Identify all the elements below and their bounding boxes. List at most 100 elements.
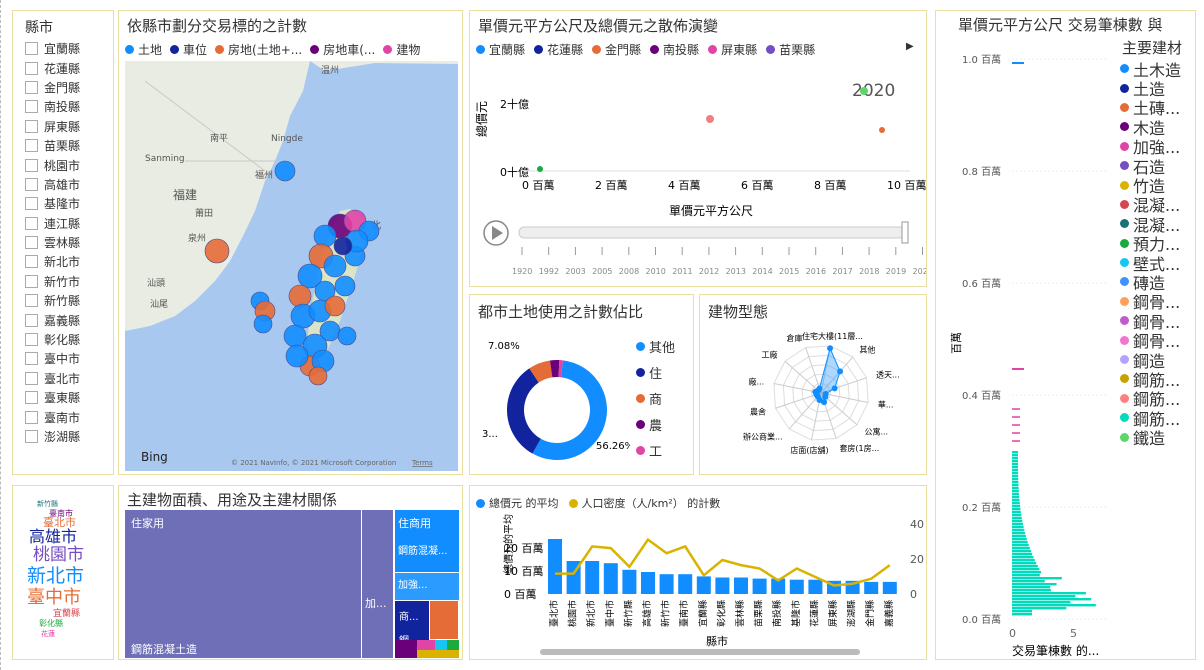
hist-bar[interactable] (1012, 610, 1032, 613)
hist-bar[interactable] (1012, 472, 1019, 475)
timeline-track[interactable] (518, 226, 908, 239)
combo-bar[interactable] (808, 579, 823, 594)
scatter-legend-item[interactable]: 屏東縣 (708, 41, 757, 58)
map-bubble[interactable] (324, 295, 346, 317)
hist-bar[interactable] (1012, 523, 1023, 526)
wordcloud[interactable]: 臺北市 高雄市 桃園市 新北市 臺中市 宜蘭縣 彰化縣 臺南市 新竹縣 花蓮 (13, 486, 113, 659)
combo-bar[interactable] (659, 574, 674, 594)
slicer-item[interactable]: 臺東縣 (25, 388, 80, 407)
slicer-item[interactable]: 苗栗縣 (25, 136, 80, 155)
treemap-block[interactable] (417, 640, 435, 650)
slicer-item[interactable]: 新北市 (25, 252, 80, 271)
map-bubble[interactable] (204, 238, 230, 264)
slicer-item[interactable]: 臺中市 (25, 349, 80, 368)
timeline-handle[interactable] (901, 221, 909, 244)
hist-bar[interactable] (1012, 538, 1027, 541)
checkbox[interactable] (25, 371, 38, 385)
scatter-point[interactable] (879, 127, 885, 133)
scatter-legend-item[interactable]: 金門縣 (592, 41, 641, 58)
checkbox[interactable] (25, 430, 38, 443)
hist-bar[interactable] (1012, 607, 1067, 610)
treemap-block-side[interactable] (361, 510, 393, 658)
checkbox[interactable] (25, 197, 38, 211)
hist-bar[interactable] (1012, 544, 1029, 547)
map-bubble[interactable] (334, 275, 356, 297)
hist-bar[interactable] (1012, 550, 1031, 553)
radar-chart[interactable]: 住宅大樓(11層... 其他透天... 華... 公寓... 套房(1房... 店面(店舖… (700, 321, 927, 475)
word[interactable]: 高雄市 (29, 527, 77, 546)
map-bubble[interactable] (285, 344, 309, 368)
checkbox[interactable] (25, 255, 38, 269)
scatter-legend-item[interactable]: 苗栗縣 (766, 41, 815, 58)
hist-bar[interactable] (1012, 454, 1019, 457)
word[interactable]: 桃園市 (33, 545, 84, 565)
hist-bar[interactable] (1012, 487, 1019, 490)
combo-bar[interactable] (715, 577, 730, 595)
map-canvas[interactable]: 温州 南平 Ningde Sanming 福州 福建 莆田 泉州 北 汕頭 汕尾… (125, 61, 458, 471)
donut-legend-item[interactable]: 工 (636, 437, 675, 463)
hist-bar[interactable] (1012, 499, 1020, 502)
map-bubble[interactable] (313, 224, 337, 248)
hist-legend-item[interactable]: 鐵造 (1120, 427, 1181, 448)
checkbox[interactable] (25, 216, 38, 230)
word[interactable]: 花蓮 (41, 629, 55, 638)
hist-bar[interactable] (1012, 496, 1020, 499)
scatter-canvas[interactable]: 總價元 2十億 0十億 0 百萬 2 百萬 4 百萬 6 百萬 8 百萬 10 百萬 20… (470, 61, 927, 286)
map-legend-item[interactable]: 房地車(... (310, 41, 375, 58)
radar-point[interactable] (816, 385, 823, 392)
hist-bar[interactable] (1012, 571, 1042, 574)
slicer-item[interactable]: 臺北市 (25, 369, 80, 388)
combo-chart[interactable]: 總價元的平均 20 百萬 10 百萬 0 百萬 40 20 0 臺北市 桃園市 新北… (470, 486, 927, 660)
donut-legend-item[interactable]: 其他 (636, 333, 675, 359)
checkbox[interactable] (25, 274, 38, 288)
radar-point[interactable] (831, 385, 838, 392)
radar-point[interactable] (837, 368, 844, 375)
treemap-block[interactable] (447, 640, 459, 650)
slicer-item[interactable]: 花蓮縣 (25, 58, 80, 77)
word[interactable]: 臺中市 (27, 587, 81, 608)
donut-chart[interactable]: 7.08% 56.26% 3... (470, 325, 630, 475)
checkbox[interactable] (25, 236, 38, 250)
slicer-item[interactable]: 宜蘭縣 (25, 39, 80, 58)
slicer-item[interactable]: 金門縣 (25, 78, 80, 97)
hist-bar[interactable] (1012, 520, 1023, 523)
slicer-item[interactable]: 桃園市 (25, 155, 80, 174)
hist-bar[interactable] (1012, 529, 1025, 532)
hist-bar[interactable] (1012, 508, 1021, 511)
hist-bar[interactable] (1012, 559, 1035, 562)
donut-slice[interactable] (507, 368, 541, 454)
checkbox[interactable] (25, 352, 38, 366)
hist-bar[interactable] (1012, 586, 1051, 589)
map-bubble[interactable] (337, 326, 357, 346)
map-legend-item[interactable]: 車位 (170, 41, 207, 58)
checkbox[interactable] (25, 42, 38, 56)
checkbox[interactable] (25, 391, 38, 405)
slicer-item[interactable]: 臺南市 (25, 407, 80, 426)
hist-bar[interactable] (1012, 556, 1034, 559)
slicer-item[interactable]: 高雄市 (25, 175, 80, 194)
hist-bar[interactable] (1012, 490, 1019, 493)
combo-bar[interactable] (603, 563, 618, 594)
scatter-point[interactable] (537, 166, 543, 172)
hist-bar[interactable] (1012, 565, 1038, 568)
hist-bar[interactable] (1012, 541, 1028, 544)
hist-bar[interactable] (1012, 598, 1092, 601)
hist-bar[interactable] (1012, 517, 1022, 520)
scatter-point[interactable] (860, 87, 868, 95)
checkbox[interactable] (25, 294, 38, 308)
slicer-item[interactable]: 彰化縣 (25, 330, 80, 349)
legend-next-icon[interactable]: ▶ (906, 41, 914, 52)
map-legend-item[interactable]: 土地 (125, 41, 162, 58)
hist-bar[interactable] (1012, 580, 1045, 583)
hist-bar[interactable] (1012, 451, 1018, 454)
slicer-item[interactable]: 雲林縣 (25, 233, 80, 252)
combo-bar[interactable] (864, 581, 879, 594)
hist-bar[interactable] (1012, 535, 1026, 538)
hist-bar[interactable] (1012, 511, 1021, 514)
slicer-item[interactable]: 基隆市 (25, 194, 80, 213)
combo-bar[interactable] (696, 576, 711, 594)
hist-bar[interactable] (1012, 604, 1096, 607)
combo-bar[interactable] (548, 539, 562, 594)
checkbox[interactable] (25, 100, 38, 114)
scatter-legend-item[interactable]: 南投縣 (650, 41, 699, 58)
